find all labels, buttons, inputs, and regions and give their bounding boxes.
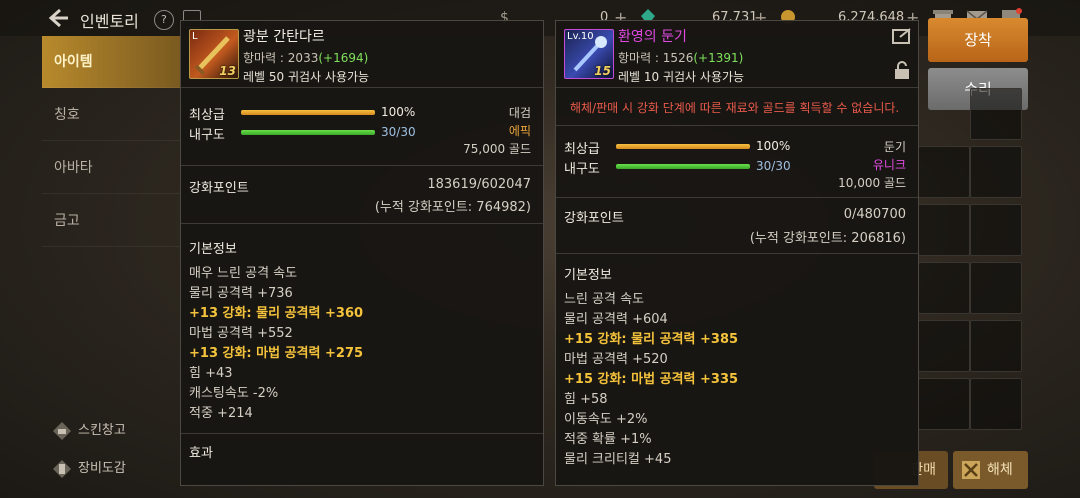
- stat-line: 마법 공격력 +552: [189, 326, 293, 341]
- stat-line: 힘 +58: [564, 392, 608, 407]
- grade-label: 최상급: [189, 108, 225, 123]
- item-requirement: 레벨 50 귀검사 사용가능: [243, 70, 370, 84]
- stat-line: 매우 느린 공격 속도: [189, 266, 298, 281]
- basic-info-title: 기본정보: [189, 242, 237, 257]
- enhance-stat-line: +13 강화: 물리 공격력 +360: [189, 306, 364, 321]
- stat-line: 힘 +43: [189, 366, 233, 381]
- codex-icon: [53, 459, 71, 478]
- item-defense: 항마력 : 1526(+1391): [618, 51, 744, 65]
- grade-bar: [241, 110, 375, 115]
- sidebar-item-items[interactable]: 아이템: [42, 36, 180, 88]
- help-icon[interactable]: ?: [149, 5, 179, 35]
- inventory-slot[interactable]: [918, 378, 970, 430]
- stat-line: 이동속도 +2%: [564, 412, 648, 427]
- item-price: 75,000 골드: [463, 142, 531, 156]
- item-requirement: 레벨 10 귀검사 사용가능: [618, 70, 745, 84]
- sidebar-item-vault[interactable]: 금고: [42, 195, 180, 247]
- grade-bar: [616, 144, 750, 149]
- inventory-slot[interactable]: [970, 146, 1022, 198]
- item-tooltip-right: Lv.10 15 환영의 둔기 항마력 : 1526(+1391) 레벨 10 …: [555, 20, 919, 486]
- stat-line: 캐스팅속도 -2%: [189, 386, 279, 401]
- item-tooltip-left: L 13 광분 간탄다르 항마력 : 2033(+1694) 레벨 50 귀검사…: [180, 20, 544, 486]
- divider: [181, 223, 543, 224]
- divider: [556, 125, 918, 126]
- stat-line: 물리 크리티컬 +45: [564, 452, 672, 467]
- durability-label: 내구도: [564, 162, 600, 177]
- item-type: 둔기: [883, 140, 906, 154]
- share-icon[interactable]: [892, 27, 912, 45]
- equipment-codex-button[interactable]: 장비도감: [52, 457, 126, 479]
- inventory-slot[interactable]: [918, 320, 970, 372]
- enhance-stat-line: +15 강화: 마법 공격력 +335: [564, 372, 739, 387]
- stat-line: 물리 공격력 +604: [564, 312, 668, 327]
- divider: [181, 165, 543, 166]
- dismantle-warning: 해체/판매 시 강화 단계에 따른 재료와 골드를 획득할 수 없습니다.: [570, 101, 900, 115]
- grade-value: 100%: [756, 139, 791, 153]
- item-rarity: 에픽: [508, 124, 531, 138]
- item-type: 대검: [508, 106, 531, 120]
- stat-line: 물리 공격력 +736: [189, 286, 293, 301]
- inventory-slot[interactable]: [970, 88, 1022, 140]
- basic-info-title: 기본정보: [564, 268, 612, 283]
- enhance-points-total: (누적 강화포인트: 206816): [749, 231, 906, 246]
- inventory-slot[interactable]: [918, 204, 970, 256]
- stat-line: 마법 공격력 +520: [564, 352, 668, 367]
- grade-value: 100%: [381, 105, 416, 119]
- inventory-slot[interactable]: [970, 378, 1022, 430]
- inventory-slot[interactable]: [918, 262, 970, 314]
- enhance-points-label: 강화포인트: [189, 181, 249, 196]
- item-name: 환영의 둔기: [618, 29, 687, 45]
- item-name: 광분 간탄다르: [243, 29, 325, 45]
- anvil-icon: [53, 421, 71, 440]
- enhance-stat-line: +13 강화: 마법 공격력 +275: [189, 346, 364, 361]
- stat-line: 적중 +214: [189, 406, 253, 421]
- sidebar-item-avatar[interactable]: 아바타: [42, 142, 180, 194]
- inventory-slot[interactable]: [918, 146, 970, 198]
- equip-button[interactable]: 장착: [928, 18, 1028, 62]
- divider: [556, 253, 918, 254]
- skin-storage-button[interactable]: 스킨창고: [52, 419, 126, 441]
- enhance-points-value: 183619/602047: [427, 177, 531, 192]
- dismantle-icon: [962, 461, 980, 479]
- stat-line: 느린 공격 속도: [564, 292, 645, 307]
- enhance-stat-line: +15 강화: 물리 공격력 +385: [564, 332, 739, 347]
- durability-label: 내구도: [189, 128, 225, 143]
- durability-value: 30/30: [756, 159, 791, 173]
- enhance-points-total: (누적 강화포인트: 764982): [374, 200, 531, 215]
- inventory-slot[interactable]: [970, 204, 1022, 256]
- back-arrow-icon[interactable]: [48, 8, 70, 28]
- stat-line: 적중 확률 +1%: [564, 432, 652, 447]
- item-price: 10,000 골드: [838, 176, 906, 190]
- durability-bar: [616, 164, 750, 169]
- enhance-points-label: 강화포인트: [564, 211, 624, 226]
- enhance-points-value: 0/480700: [843, 207, 906, 222]
- effect-title: 효과: [189, 446, 213, 461]
- grade-label: 최상급: [564, 142, 600, 157]
- sidebar-item-titles[interactable]: 칭호: [42, 89, 180, 141]
- page-title: 인벤토리: [80, 12, 139, 31]
- inventory-slot[interactable]: [970, 262, 1022, 314]
- inventory-slot[interactable]: [970, 320, 1022, 372]
- divider: [556, 197, 918, 198]
- item-defense: 항마력 : 2033(+1694): [243, 51, 369, 65]
- item-rarity: 유니크: [872, 158, 906, 172]
- durability-value: 30/30: [381, 125, 416, 139]
- dismantle-button[interactable]: 해체: [953, 451, 1028, 489]
- lock-icon[interactable]: [892, 61, 912, 79]
- item-icon: L 13: [189, 29, 239, 79]
- item-icon: Lv.10 15: [564, 29, 614, 79]
- durability-bar: [241, 130, 375, 135]
- divider: [181, 433, 543, 434]
